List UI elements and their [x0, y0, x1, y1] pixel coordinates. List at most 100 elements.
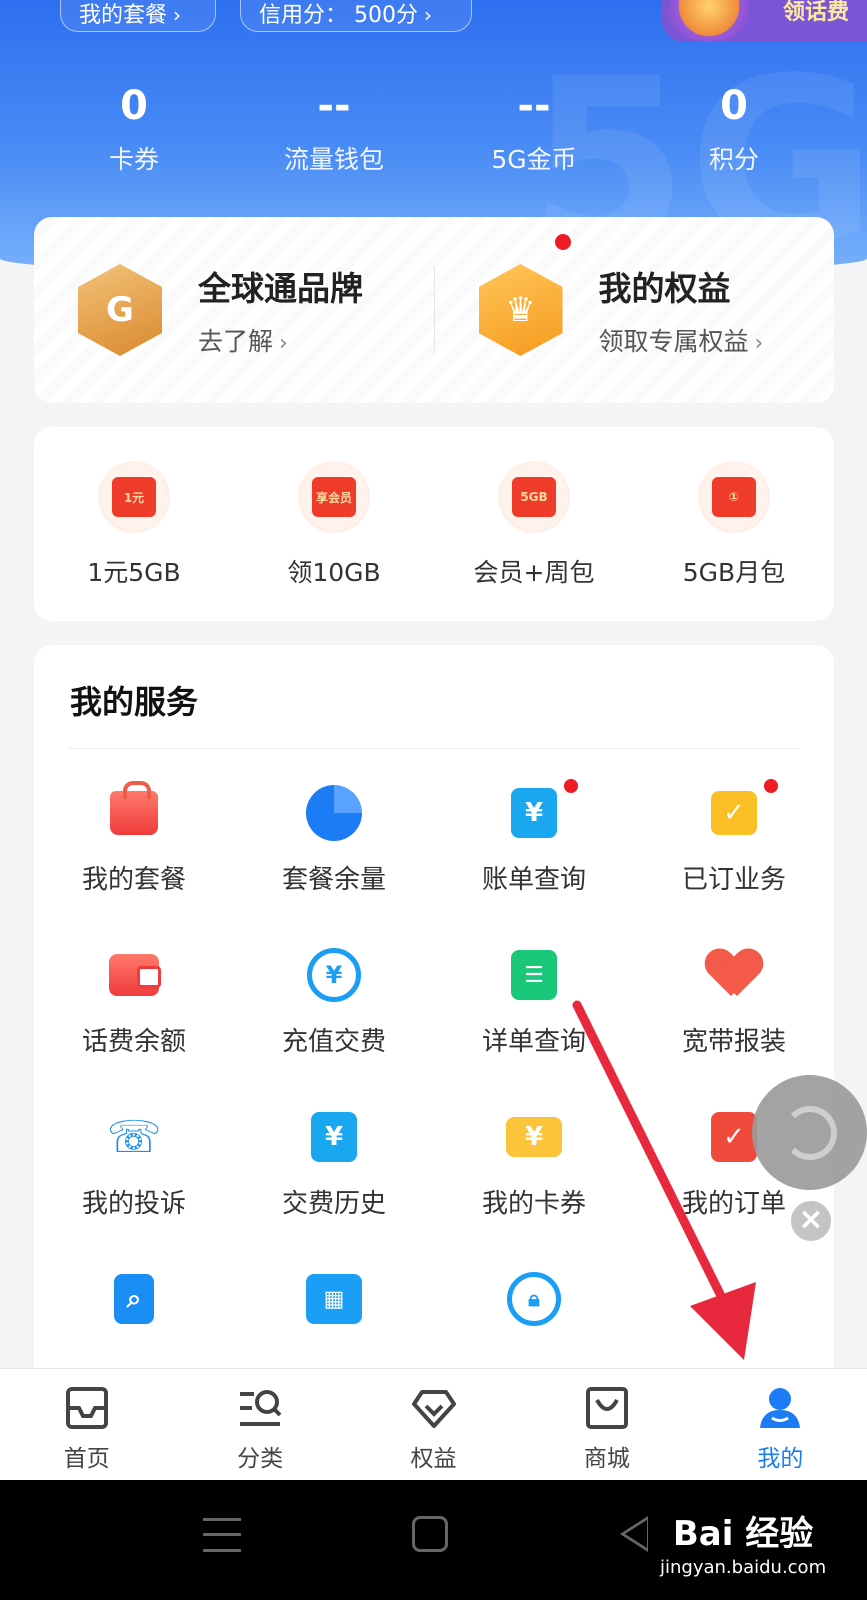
red-packet-icon: ①	[698, 461, 770, 533]
global-brand-entry[interactable]: G 全球通品牌 去了解 ›	[34, 262, 434, 358]
user-icon	[757, 1385, 803, 1431]
stat-points[interactable]: 0 积分	[634, 80, 834, 176]
service-label: 我的投诉	[81, 1189, 186, 1219]
service-label: 交费历史	[281, 1189, 386, 1219]
credit-score-link[interactable]: 信用分： 500分 ›	[240, 0, 472, 32]
service-icon	[706, 1271, 762, 1327]
service-label: 我的套餐	[81, 865, 186, 895]
service-label: 我的订单	[681, 1189, 786, 1219]
brand-subtitle: 领取专属权益	[598, 327, 749, 356]
section-title: 我的服务	[70, 683, 199, 721]
quick-label: 1元5GB	[87, 558, 181, 587]
service-label: 话费余额	[81, 1027, 186, 1057]
my-services-card: 我的服务 我的套餐 套餐余量 ¥ 账单查询 ✓ 已订业务 话费余额 ¥ 充值交费	[34, 645, 834, 1385]
service-subscribed[interactable]: ✓ 已订业务	[634, 777, 834, 947]
stat-label: 流量钱包	[283, 145, 384, 174]
service-my-plan[interactable]: 我的套餐	[34, 781, 234, 947]
service-label: 套餐余量	[281, 865, 386, 895]
stat-label: 5G金币	[491, 145, 577, 174]
service-label: 详单查询	[481, 1027, 586, 1057]
watermark-url: jingyan.baidu.com	[660, 1557, 827, 1578]
notebook-yen-icon: ¥	[306, 1109, 362, 1165]
baidu-jingyan-watermark: Bai 经验 jingyan.baidu.com	[660, 1506, 826, 1578]
tab-benefits[interactable]: 权益	[347, 1369, 520, 1480]
diamond-icon	[411, 1385, 457, 1431]
credit-score-label: 信用分： 500分	[259, 3, 418, 28]
brand-title: 我的权益	[598, 269, 731, 308]
category-search-icon	[237, 1385, 283, 1431]
stat-value: 0	[120, 83, 148, 129]
brand-title: 全球通品牌	[198, 269, 363, 308]
quick-10gb[interactable]: 享会员 领10GB	[234, 427, 434, 621]
crown-icon: ♛	[478, 264, 563, 356]
brand-card: G 全球通品牌 去了解 › ♛ 我的权益 领取专属权益 ›	[34, 217, 834, 403]
yen-refresh-icon: ¥	[306, 947, 362, 1003]
heart-icon	[706, 947, 762, 1003]
store-icon: ▦	[306, 1271, 362, 1327]
service-balance[interactable]: 话费余额	[34, 947, 234, 1109]
my-plan-link[interactable]: 我的套餐 ›	[60, 0, 216, 32]
tab-label: 我的	[757, 1446, 804, 1472]
tab-label: 权益	[410, 1446, 457, 1472]
quick-member-weekly[interactable]: 5GB 会员+周包	[434, 427, 634, 621]
notification-dot	[552, 232, 573, 252]
home-button-icon[interactable]	[412, 1516, 448, 1552]
promo-label: 领话费	[782, 0, 849, 25]
quick-badge: 1元	[112, 477, 156, 517]
bottom-tab-bar: 首页 分类 权益 商城 我的	[0, 1368, 867, 1480]
tab-label: 首页	[63, 1446, 110, 1472]
shopping-bag-icon	[584, 1385, 630, 1431]
stat-value: --	[317, 83, 351, 129]
close-icon[interactable]: ×	[788, 1198, 834, 1244]
service-recharge[interactable]: ¥ 充值交费	[234, 947, 434, 1109]
stat-5g-coins[interactable]: -- 5G金币	[434, 80, 634, 176]
quick-label: 会员+周包	[473, 558, 595, 587]
service-complaint[interactable]: ☏ 我的投诉	[34, 1109, 234, 1271]
wallet-icon	[106, 947, 162, 1003]
quick-badge: 享会员	[312, 477, 356, 517]
gift-icon	[668, 0, 750, 42]
floating-assistant-button[interactable]	[752, 1075, 867, 1190]
bill-yen-icon: ¥	[506, 785, 562, 841]
divider	[68, 748, 800, 749]
back-icon[interactable]	[620, 1516, 648, 1552]
service-detail-query[interactable]: ☰ 详单查询	[434, 947, 634, 1109]
service-my-coupons[interactable]: ¥ 我的卡券	[434, 1109, 634, 1271]
notification-dot	[562, 777, 580, 795]
menu-icon[interactable]	[203, 1518, 241, 1552]
chevron-right-icon: ›	[173, 3, 182, 27]
service-plan-balance[interactable]: 套餐余量	[234, 785, 434, 947]
tab-category[interactable]: 分类	[173, 1369, 346, 1480]
tab-mine[interactable]: 我的	[694, 1369, 867, 1480]
tab-label: 分类	[237, 1446, 284, 1472]
quick-5gb-monthly[interactable]: ① 5GB月包	[634, 427, 834, 621]
stat-data-wallet[interactable]: -- 流量钱包	[234, 80, 434, 176]
service-bill-query[interactable]: ¥ 账单查询	[434, 777, 634, 947]
quick-badge: 5GB	[512, 477, 556, 517]
chevron-right-icon: ›	[424, 3, 432, 27]
sim-search-icon: ⌕	[106, 1271, 162, 1327]
watermark-brand: Bai 经验	[672, 1514, 814, 1554]
briefcase-check-icon: ✓	[706, 785, 762, 841]
stat-coupons[interactable]: 0 卡券	[34, 80, 234, 176]
services-grid: 我的套餐 套餐余量 ¥ 账单查询 ✓ 已订业务 话费余额 ¥ 充值交费 ☰ 详单…	[34, 777, 834, 1433]
lock-refresh-icon: 🔒︎	[506, 1271, 562, 1327]
claim-credit-promo[interactable]: 领话费	[662, 0, 867, 42]
quick-1yuan-5gb[interactable]: 1元 1元5GB	[34, 427, 234, 621]
brand-subtitle: 去了解	[198, 327, 274, 356]
calendar-icon: 享会员	[298, 461, 370, 533]
coupon-yen-icon: ¥	[506, 1109, 562, 1165]
tab-label: 商城	[583, 1446, 630, 1472]
tab-mall[interactable]: 商城	[520, 1369, 693, 1480]
notification-dot	[762, 777, 780, 795]
stat-label: 卡券	[108, 145, 159, 174]
tab-home[interactable]: 首页	[0, 1369, 173, 1480]
service-payment-history[interactable]: ¥ 交费历史	[234, 1109, 434, 1271]
home-icon	[64, 1385, 110, 1431]
china-mobile-logo-icon	[782, 1105, 837, 1160]
my-benefits-entry[interactable]: ♛ 我的权益 领取专属权益 ›	[435, 232, 835, 358]
bag-icon	[106, 781, 162, 841]
quick-badge: ①	[712, 477, 756, 517]
service-label: 宽带报装	[681, 1027, 786, 1057]
my-plan-label: 我的套餐	[79, 3, 168, 28]
